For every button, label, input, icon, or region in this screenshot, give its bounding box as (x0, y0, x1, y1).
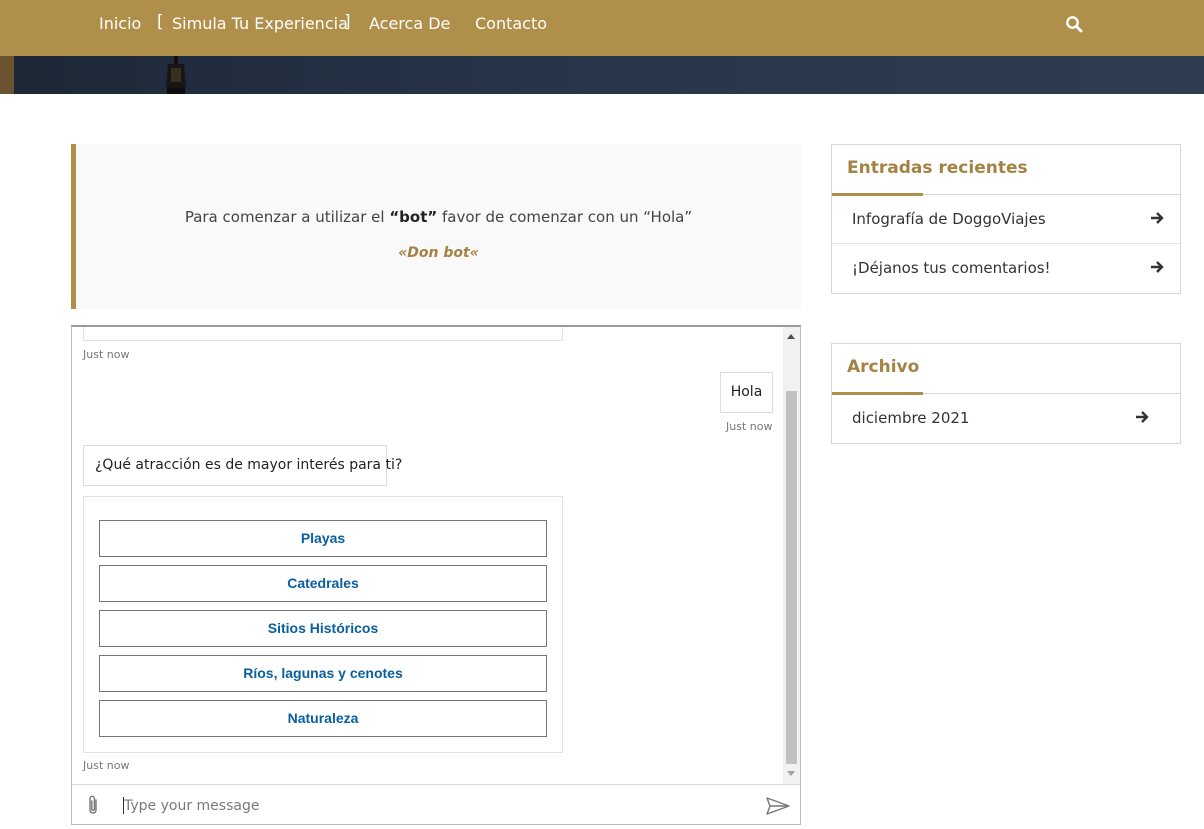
choice-button-sitios[interactable]: Sitios Históricos (99, 610, 547, 647)
arrow-right-icon (1136, 411, 1149, 423)
intro-quote: Para comenzar a utilizar el “bot” favor … (71, 144, 801, 309)
nav-active-bracket-open: [ (157, 12, 164, 32)
user-message: Hola (720, 372, 773, 413)
recent-post-link[interactable]: Infografía de DoggoViajes (832, 195, 1180, 244)
bot-message: ¿Qué atracción es de mayor interés para … (83, 445, 402, 486)
suggested-actions-card: Playas Catedrales Sitios Históricos Ríos… (83, 496, 563, 753)
recent-post-label[interactable]: Infografía de DoggoViajes (852, 210, 1046, 228)
timestamp: Just now (83, 348, 130, 361)
archive-title: Archivo (847, 357, 920, 377)
widget-title: Archivo (832, 344, 1180, 395)
hero-banner (0, 56, 1204, 94)
timestamp: Just now (726, 420, 773, 433)
arrow-right-icon (1151, 212, 1164, 224)
hero-light (0, 56, 14, 94)
bot-emphasis: “bot” (389, 208, 438, 226)
nav-item-acerca[interactable]: Acerca De (369, 14, 450, 33)
send-icon[interactable] (766, 796, 790, 816)
intro-text: Para comenzar a utilizar el “bot” favor … (184, 208, 693, 226)
archive-link[interactable]: diciembre 2021 (832, 394, 1180, 443)
nav-item-inicio[interactable]: Inicio (99, 14, 141, 33)
choice-button-playas[interactable]: Playas (99, 520, 547, 557)
quote-cite: «Don bot« (398, 245, 479, 261)
nav-item-simula[interactable]: Simula Tu Experiencia (172, 14, 348, 33)
widget-title: Entradas recientes (832, 145, 1180, 196)
nav-active-bracket-close: ] (344, 12, 351, 32)
timestamp: Just now (83, 759, 130, 772)
scroll-thumb[interactable] (786, 391, 797, 764)
message-composer (72, 784, 800, 824)
chat-scrollbar[interactable] (783, 327, 800, 784)
choice-button-rios[interactable]: Ríos, lagunas y cenotes (99, 655, 547, 692)
arrow-right-icon (1151, 261, 1164, 273)
archive-widget: Archivo diciembre 2021 (831, 343, 1181, 444)
scroll-up-arrow-icon[interactable] (787, 334, 795, 339)
search-icon[interactable] (1065, 15, 1083, 33)
chat-window: Just now Hola Just now ¿Qué atracción es… (71, 325, 801, 825)
choice-button-naturaleza[interactable]: Naturaleza (99, 700, 547, 737)
archive-label[interactable]: diciembre 2021 (852, 409, 969, 427)
recent-post-label[interactable]: ¡Déjanos tus comentarios! (852, 259, 1051, 277)
top-nav: Inicio [ Simula Tu Experiencia ] Acerca … (0, 0, 1204, 56)
previous-card (83, 327, 563, 341)
recent-post-link[interactable]: ¡Déjanos tus comentarios! (832, 244, 1180, 293)
message-input[interactable] (124, 792, 704, 819)
recent-posts-title: Entradas recientes (847, 158, 1028, 178)
nav-item-contacto[interactable]: Contacto (475, 14, 547, 33)
paperclip-icon[interactable] (86, 794, 100, 816)
lamp-image (166, 56, 186, 94)
choice-button-catedrales[interactable]: Catedrales (99, 565, 547, 602)
recent-posts-widget: Entradas recientes Infografía de DoggoVi… (831, 144, 1181, 294)
scroll-down-arrow-icon[interactable] (787, 771, 795, 776)
